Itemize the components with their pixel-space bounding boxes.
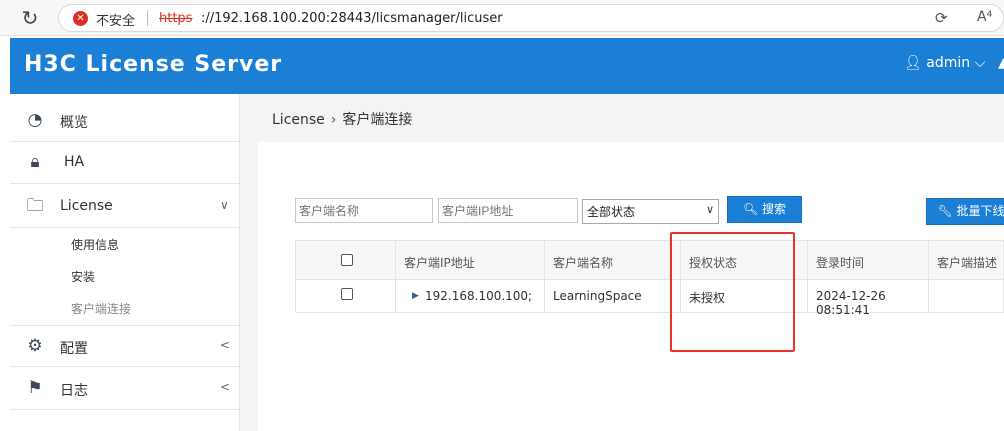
wrench-icon: 🔧︎ [937, 204, 953, 218]
table-header: 客户端IP地址 客户端名称 授权状态 登录时间 客户端描述 [295, 240, 1004, 280]
sidebar-item-logs[interactable]: ⚑ 日志 < [10, 368, 240, 410]
sidebar-item-label: HA [64, 154, 85, 170]
content-panel: 全部状态 ∨ 🔍︎ 搜索 🔧︎ 批量下线 客户端IP地址 客户端名称 授权状态 … [258, 142, 1004, 431]
sidebar-item-label: 概览 [60, 115, 88, 131]
search-button-label: 搜索 [762, 202, 787, 216]
sidebar-item-label: 日志 [60, 383, 88, 399]
chevron-down-icon: ∨ [705, 203, 714, 216]
client-ip-input[interactable] [438, 198, 578, 223]
reload-icon[interactable]: ↻ [18, 6, 42, 30]
app-header: H3C License Server 👤︎ admin ⌵ ▲ [10, 38, 1004, 94]
chevron-right-icon: › [330, 112, 337, 128]
user-menu[interactable]: 👤︎ admin ⌵ [904, 55, 985, 71]
highlight-box [670, 232, 795, 352]
client-name-input[interactable] [295, 198, 433, 223]
folder-icon: 🗀︎ [26, 196, 44, 216]
status-select-value: 全部状态 [587, 205, 636, 219]
row-checkbox-cell [296, 280, 396, 312]
chevron-left-icon: < [220, 380, 231, 394]
batch-offline-label: 批量下线 [956, 204, 1004, 218]
cell-ip: ▶ 192.168.100.100; [396, 280, 545, 312]
warning-icon[interactable]: ✕ [73, 11, 88, 26]
header-checkbox-cell [296, 241, 396, 279]
notification-icon[interactable]: ▲ [998, 55, 1004, 71]
chevron-down-icon: ⌵ [974, 55, 986, 71]
app-logo: H3C License Server [24, 52, 283, 77]
main-area: License › 客户端连接 全部状态 ∨ 🔍︎ 搜索 🔧︎ 批量下线 客户端IP… [240, 94, 1004, 431]
sidebar-subitem-label: 使用信息 [71, 238, 120, 252]
column-header-ip[interactable]: 客户端IP地址 [396, 241, 545, 279]
translate-icon[interactable]: ⟳ [935, 9, 948, 27]
user-icon: 👤︎ [904, 55, 922, 71]
sidebar-item-ha[interactable]: 🔒︎ HA [10, 142, 240, 184]
flag-icon: ⚑ [27, 378, 43, 398]
sidebar-item-label: License [60, 198, 113, 214]
sidebar-item-overview[interactable]: ◔ 概览 [10, 100, 240, 142]
sidebar-item-license[interactable]: 🗀︎ License ∨ [10, 186, 240, 228]
sidebar-subitem-install[interactable]: 安装 [10, 260, 240, 292]
breadcrumb: License › 客户端连接 [272, 109, 412, 129]
column-header-desc[interactable]: 客户端描述 [929, 241, 1004, 279]
sidebar-item-config[interactable]: ⚙ 配置 < [10, 325, 240, 367]
breadcrumb-current: 客户端连接 [342, 112, 413, 128]
browser-toolbar: ↻ ✕ 不安全 https ://192.168.100.200:28443/l… [0, 0, 1004, 36]
cell-login-time: 2024-12-26 08:51:41 [808, 280, 929, 317]
url-divider [147, 10, 148, 26]
column-header-login-time[interactable]: 登录时间 [808, 241, 929, 279]
cell-desc [929, 280, 1004, 312]
address-bar[interactable]: ✕ 不安全 https ://192.168.100.200:28443/lic… [58, 4, 1004, 32]
search-icon: 🔍︎ [742, 202, 759, 216]
sidebar-subitem-client-connections[interactable]: 客户端连接 [10, 292, 240, 324]
table-row[interactable]: ▶ 192.168.100.100; LearningSpace 未授权 202… [295, 280, 1004, 317]
sidebar-subitem-label: 安装 [71, 270, 96, 284]
expand-icon[interactable]: ▶ [412, 291, 419, 301]
url-scheme: https [159, 11, 193, 26]
search-button[interactable]: 🔍︎ 搜索 [727, 196, 802, 223]
cell-name: LearningSpace [545, 280, 681, 312]
lock-icon: 🔒︎ [30, 152, 40, 172]
url-text: ://192.168.100.200:28443/licsmanager/lic… [201, 11, 503, 26]
read-aloud-icon[interactable]: A⁴ [977, 9, 992, 25]
select-all-checkbox[interactable] [341, 254, 353, 266]
sidebar-subitem-label: 客户端连接 [71, 302, 132, 316]
status-select[interactable]: 全部状态 ∨ [582, 199, 719, 224]
sidebar-subitem-usage[interactable]: 使用信息 [10, 228, 240, 260]
gear-icon: ⚙ [27, 336, 43, 356]
dashboard-icon: ◔ [27, 110, 43, 130]
chevron-down-icon: ∨ [220, 198, 229, 212]
sidebar: ◔ 概览 🔒︎ HA 🗀︎ License ∨ 使用信息 安装 客户端连接 ⚙ … [10, 94, 240, 431]
column-header-name[interactable]: 客户端名称 [545, 241, 681, 279]
row-checkbox[interactable] [341, 288, 353, 300]
sidebar-item-label: 配置 [60, 341, 88, 357]
chevron-left-icon: < [220, 338, 231, 352]
breadcrumb-root[interactable]: License [272, 112, 325, 128]
batch-offline-button[interactable]: 🔧︎ 批量下线 [926, 198, 1004, 225]
user-name: admin [926, 55, 971, 71]
insecure-label[interactable]: 不安全 [96, 10, 135, 29]
